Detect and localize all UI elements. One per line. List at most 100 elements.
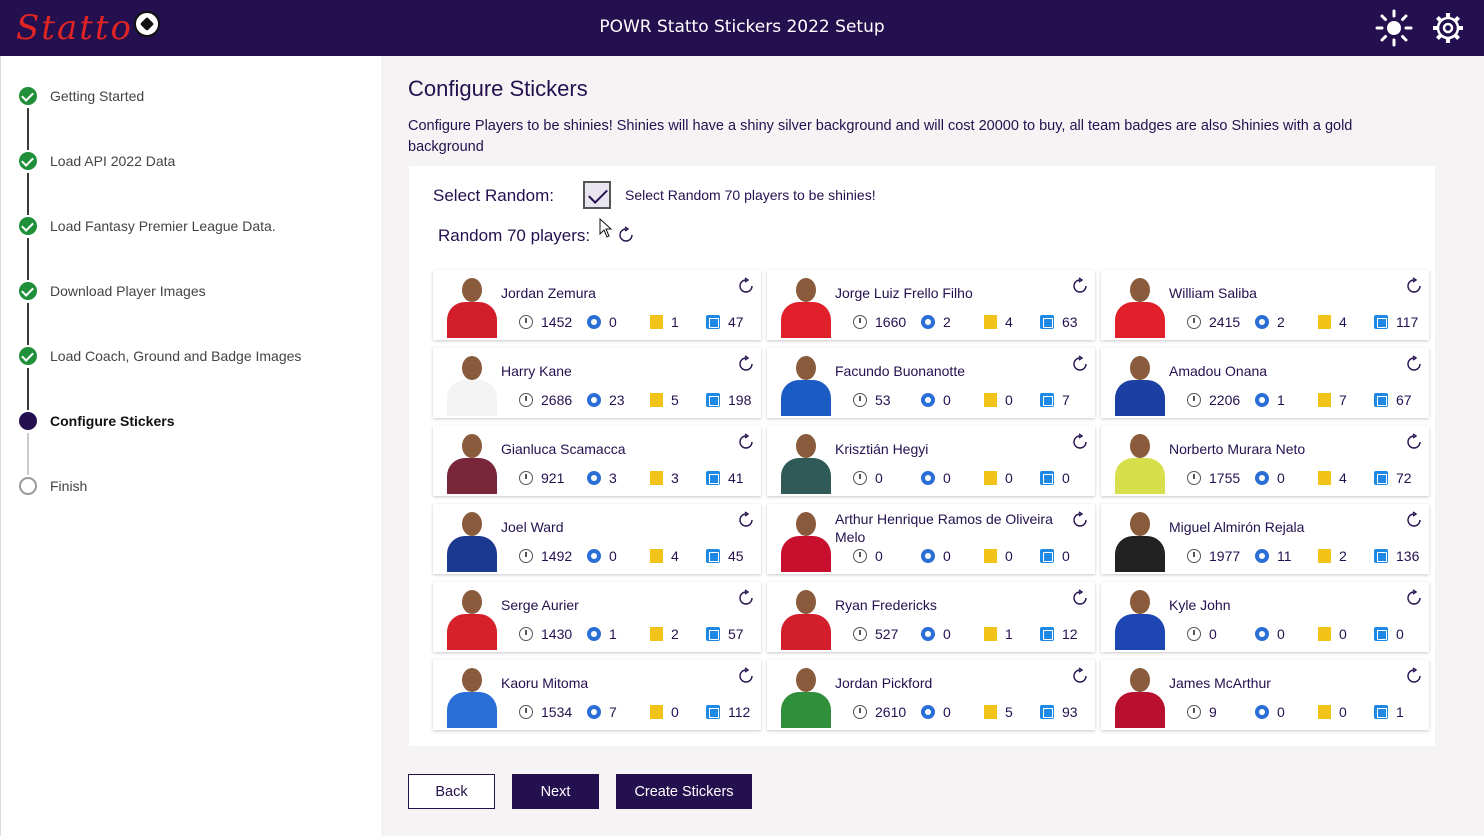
step-download-player-images[interactable]: Download Player Images (19, 279, 206, 303)
refresh-player-icon[interactable] (737, 589, 755, 607)
yellow-cards-stat: 7 (1318, 392, 1347, 408)
random-players-label: Random 70 players: (438, 226, 591, 245)
refresh-player-icon[interactable] (1071, 667, 1089, 685)
step-connector (27, 173, 29, 215)
goals-stat: 2 (921, 314, 951, 330)
player-card[interactable]: Jordan Pickford 2610 0 5 93 (767, 660, 1095, 730)
minutes-stat: 1660 (853, 314, 906, 330)
player-card[interactable]: Kyle John 0 0 0 0 (1101, 582, 1429, 652)
back-button[interactable]: Back (408, 774, 495, 809)
refresh-player-icon[interactable] (1071, 277, 1089, 295)
player-card[interactable]: Norberto Murara Neto 1755 0 4 72 (1101, 426, 1429, 496)
goals-value: 0 (609, 314, 617, 330)
step-load-coach-images[interactable]: Load Coach, Ground and Badge Images (19, 344, 301, 368)
minutes-value: 53 (875, 392, 891, 408)
points-value: 136 (1396, 548, 1420, 564)
refresh-player-icon[interactable] (737, 511, 755, 529)
player-name: Serge Aurier (501, 597, 579, 613)
goals-stat: 0 (1255, 470, 1285, 486)
points-icon (706, 705, 720, 719)
points-value: 12 (1062, 626, 1078, 642)
player-card[interactable]: James McArthur 9 0 0 1 (1101, 660, 1429, 730)
refresh-player-icon[interactable] (1405, 589, 1423, 607)
minutes-stat: 53 (853, 392, 891, 408)
player-photo (779, 352, 833, 416)
player-card[interactable]: Facundo Buonanotte 53 0 0 7 (767, 348, 1095, 418)
step-label: Configure Stickers (50, 413, 175, 429)
player-card[interactable]: Ryan Fredericks 527 0 1 12 (767, 582, 1095, 652)
minutes-value: 1492 (541, 548, 573, 564)
yellow-cards-value: 1 (671, 314, 679, 330)
football-icon (587, 393, 601, 407)
refresh-player-icon[interactable] (1071, 433, 1089, 451)
step-load-fpl-data[interactable]: Load Fantasy Premier League Data. (19, 214, 276, 238)
timer-icon (1187, 549, 1201, 563)
player-name: Jordan Pickford (835, 675, 933, 691)
refresh-player-icon[interactable] (1071, 511, 1089, 529)
yellow-cards-value: 2 (1339, 548, 1347, 564)
step-getting-started[interactable]: Getting Started (19, 84, 144, 108)
sun-icon[interactable] (1374, 8, 1414, 48)
title-bar: Statto POWR Statto Stickers 2022 Setup (0, 0, 1484, 56)
player-card[interactable]: Serge Aurier 1430 1 2 57 (433, 582, 761, 652)
step-label: Load API 2022 Data (50, 153, 176, 169)
player-card[interactable]: Krisztián Hegyi 0 0 0 0 (767, 426, 1095, 496)
player-photo (445, 430, 499, 494)
goals-value: 0 (943, 470, 951, 486)
minutes-value: 0 (875, 470, 883, 486)
refresh-player-icon[interactable] (737, 433, 755, 451)
refresh-player-icon[interactable] (1405, 355, 1423, 373)
goals-stat: 23 (587, 392, 625, 408)
select-random-checkbox[interactable] (583, 181, 611, 209)
refresh-player-icon[interactable] (1071, 589, 1089, 607)
player-card[interactable]: William Saliba 2415 2 4 117 (1101, 270, 1429, 340)
refresh-player-icon[interactable] (1405, 277, 1423, 295)
player-card[interactable]: Miguel Almirón Rejala 1977 11 2 136 (1101, 504, 1429, 574)
points-stat: 0 (1040, 470, 1070, 486)
refresh-player-icon[interactable] (1405, 433, 1423, 451)
refresh-player-icon[interactable] (737, 667, 755, 685)
player-card[interactable]: Amadou Onana 2206 1 7 67 (1101, 348, 1429, 418)
yellow-card-icon (650, 549, 663, 563)
refresh-player-icon[interactable] (737, 355, 755, 373)
minutes-value: 2415 (1209, 314, 1241, 330)
football-icon (921, 393, 935, 407)
points-stat: 0 (1040, 548, 1070, 564)
refresh-icon[interactable] (617, 226, 635, 244)
next-button[interactable]: Next (512, 774, 599, 809)
gear-icon[interactable] (1428, 8, 1468, 48)
points-value: 47 (728, 314, 744, 330)
main-content: Configure Stickers Configure Players to … (381, 56, 1484, 836)
player-name: Ryan Fredericks (835, 597, 937, 613)
player-card[interactable]: Arthur Henrique Ramos de Oliveira Melo 0 0… (767, 504, 1095, 574)
points-value: 112 (728, 704, 751, 720)
minutes-value: 2206 (1209, 392, 1241, 408)
player-photo (1113, 586, 1167, 650)
player-card[interactable]: Harry Kane 2686 23 5 198 (433, 348, 761, 418)
player-photo (445, 274, 499, 338)
yellow-card-icon (650, 393, 663, 407)
refresh-player-icon[interactable] (1405, 667, 1423, 685)
player-card[interactable]: Jorge Luiz Frello Filho 1660 2 4 63 (767, 270, 1095, 340)
yellow-cards-stat: 4 (1318, 314, 1347, 330)
points-icon (1374, 705, 1388, 719)
step-configure-stickers[interactable]: Configure Stickers (19, 409, 174, 433)
player-card[interactable]: Joel Ward 1492 0 4 45 (433, 504, 761, 574)
step-finish[interactable]: Finish (19, 474, 87, 498)
player-card[interactable]: Jordan Zemura 1452 0 1 47 (433, 270, 761, 340)
refresh-player-icon[interactable] (1071, 355, 1089, 373)
goals-value: 11 (1277, 548, 1292, 564)
player-card[interactable]: Gianluca Scamacca 921 3 3 41 (433, 426, 761, 496)
yellow-cards-stat: 0 (1318, 626, 1347, 642)
points-stat: 67 (1374, 392, 1412, 408)
player-card[interactable]: Kaoru Mitoma 1534 7 0 112 (433, 660, 761, 730)
refresh-player-icon[interactable] (1405, 511, 1423, 529)
create-stickers-button[interactable]: Create Stickers (616, 774, 752, 809)
player-photo (1113, 274, 1167, 338)
timer-icon (853, 627, 867, 641)
yellow-cards-stat: 0 (1318, 704, 1347, 720)
points-stat: 63 (1040, 314, 1078, 330)
refresh-player-icon[interactable] (737, 277, 755, 295)
step-load-api-data[interactable]: Load API 2022 Data (19, 149, 175, 173)
yellow-card-icon (984, 705, 997, 719)
